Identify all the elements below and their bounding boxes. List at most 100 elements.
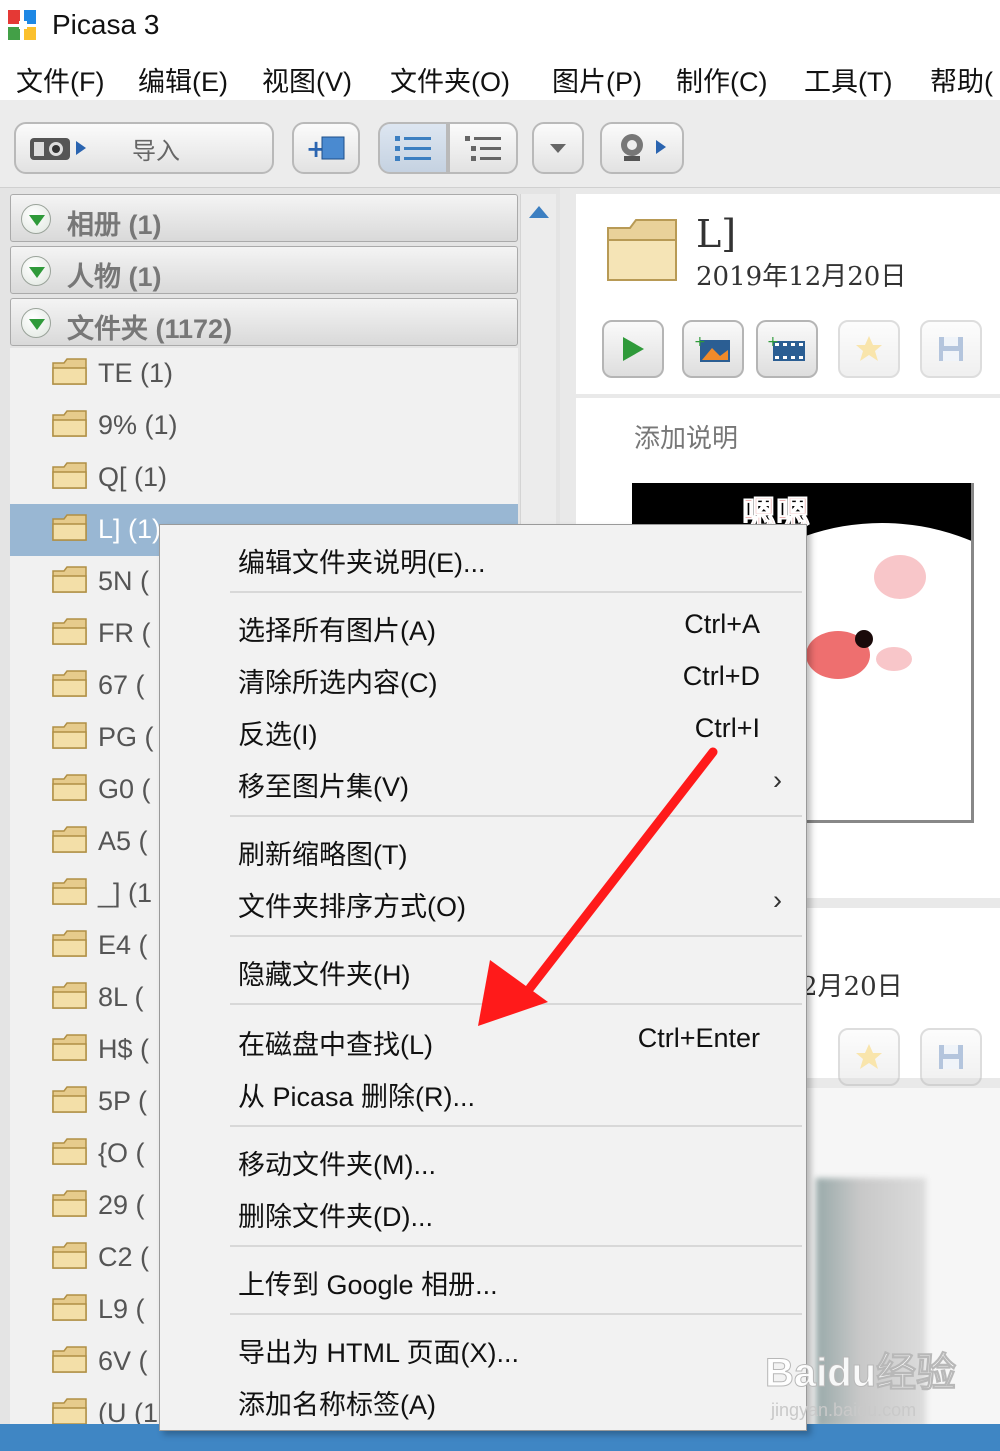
- folder-icon: [52, 982, 87, 1009]
- import-button[interactable]: 导入: [14, 122, 274, 174]
- submenu-arrow-icon: ›: [773, 765, 782, 795]
- context-menu-item[interactable]: 隐藏文件夹(H): [160, 945, 808, 995]
- folder-icon: [52, 1346, 87, 1373]
- create-collage-button[interactable]: +: [682, 320, 744, 378]
- context-menu-item[interactable]: 选择所有图片(A) Ctrl+A: [160, 601, 808, 651]
- menu-help[interactable]: 帮助(: [930, 60, 993, 99]
- folder-icon: [52, 618, 87, 645]
- menu-separator: [230, 815, 802, 817]
- menu-item-label: 移至图片集(V): [238, 772, 409, 802]
- folder-name: 5N (: [98, 566, 150, 596]
- star-button[interactable]: [838, 1028, 900, 1086]
- context-menu-item[interactable]: 编辑文件夹说明(E)...: [160, 533, 808, 583]
- watermark-main: Baidu经验: [764, 1351, 957, 1396]
- context-menu-item[interactable]: 上传到 Google 相册...: [160, 1255, 808, 1305]
- tree-view-icon: [465, 136, 501, 161]
- expand-arrow-icon[interactable]: [21, 256, 51, 286]
- menu-file[interactable]: 文件(F): [16, 60, 104, 99]
- movie-icon: +: [767, 334, 805, 361]
- context-menu-item[interactable]: 反选(I) Ctrl+I: [160, 705, 808, 755]
- menu-picture[interactable]: 图片(P): [552, 60, 642, 99]
- add-to-album-button[interactable]: +: [292, 122, 360, 174]
- menu-item-label: 从 Picasa 删除(R)...: [238, 1082, 476, 1112]
- create-movie-button[interactable]: +: [756, 320, 818, 378]
- menu-item-label: 编辑文件夹说明(E)...: [238, 548, 486, 578]
- star-icon: [856, 1044, 882, 1069]
- folder-icon: [607, 219, 677, 281]
- menu-create[interactable]: 制作(C): [676, 60, 767, 99]
- folder-icon: [52, 878, 87, 905]
- folder-icon: [52, 1086, 87, 1113]
- context-menu-item[interactable]: 移动文件夹(M)...: [160, 1135, 808, 1185]
- context-menu-item[interactable]: 从 Picasa 删除(R)...: [160, 1067, 808, 1117]
- menu-separator: [230, 591, 802, 593]
- folder-name: FR (: [98, 618, 151, 648]
- save-button[interactable]: [920, 1028, 982, 1086]
- folder-name: 5P (: [98, 1086, 148, 1116]
- menu-view[interactable]: 视图(V): [262, 60, 352, 99]
- folder-name: 67 (: [98, 670, 145, 700]
- list-view-button[interactable]: [378, 122, 448, 174]
- menu-item-label: 反选(I): [238, 720, 318, 750]
- menu-item-label: 在磁盘中查找(L): [238, 1030, 433, 1060]
- folder-icon: [52, 930, 87, 957]
- picasa-logo-icon: [8, 10, 36, 40]
- section-people[interactable]: 人物 (1): [10, 246, 518, 294]
- svg-text:+: +: [694, 334, 706, 350]
- folder-name: 8L (: [98, 982, 144, 1012]
- menu-item-shortcut: Ctrl+I: [694, 713, 760, 743]
- context-menu-item[interactable]: 移至图片集(V) ›: [160, 757, 808, 807]
- menu-item-label: 清除所选内容(C): [238, 668, 438, 698]
- context-menu-item[interactable]: 清除所选内容(C) Ctrl+D: [160, 653, 808, 703]
- menu-item-label: 删除文件夹(D)...: [238, 1202, 433, 1232]
- folder-name: {O (: [98, 1138, 145, 1168]
- context-menu-item[interactable]: 添加名称标签(A): [160, 1375, 808, 1425]
- caption-placeholder[interactable]: 添加说明: [634, 418, 738, 455]
- folder-icon: [52, 1190, 87, 1217]
- folder-name: G0 (: [98, 774, 151, 804]
- folder-icon: [52, 462, 87, 489]
- save-icon: [939, 1045, 963, 1069]
- context-menu-item[interactable]: 导出为 HTML 页面(X)...: [160, 1323, 808, 1373]
- context-menu-item[interactable]: 刷新缩略图(T): [160, 825, 808, 875]
- scroll-up-icon[interactable]: [529, 206, 549, 218]
- section-folders[interactable]: 文件夹 (1172): [10, 298, 518, 346]
- folder-name: A5 (: [98, 826, 148, 856]
- folder-name: 9% (1): [98, 410, 178, 440]
- view-options-dropdown[interactable]: [532, 122, 584, 174]
- section-albums[interactable]: 相册 (1): [10, 194, 518, 242]
- context-menu-item[interactable]: 删除文件夹(D)...: [160, 1187, 808, 1237]
- menu-item-label: 移动文件夹(M)...: [238, 1150, 436, 1180]
- camera-icon: [30, 138, 86, 160]
- context-menu-item[interactable]: 在磁盘中查找(L) Ctrl+Enter: [160, 1015, 808, 1065]
- star-button[interactable]: [838, 320, 900, 378]
- menu-separator: [230, 1313, 802, 1315]
- folder-name: PG (: [98, 722, 154, 752]
- context-menu-item[interactable]: 文件夹排序方式(O) ›: [160, 877, 808, 927]
- chevron-down-icon: [550, 144, 566, 153]
- expand-arrow-icon[interactable]: [21, 204, 51, 234]
- webcam-capture-button[interactable]: [600, 122, 684, 174]
- menu-item-label: 刷新缩略图(T): [238, 840, 408, 870]
- folder-row[interactable]: 9% (1): [10, 400, 518, 452]
- section-people-label: 人物 (1): [67, 262, 162, 292]
- folder-icon: [52, 774, 87, 801]
- tree-view-button[interactable]: [448, 122, 518, 174]
- menu-tools[interactable]: 工具(T): [804, 60, 892, 99]
- folder-row[interactable]: Q[ (1): [10, 452, 518, 504]
- folder-row[interactable]: TE (1): [10, 348, 518, 400]
- menu-folder[interactable]: 文件夹(O): [390, 60, 510, 99]
- expand-arrow-icon[interactable]: [21, 308, 51, 338]
- folder-name: TE (1): [98, 358, 174, 388]
- menu-separator: [230, 1125, 802, 1127]
- folder-icon: [52, 1242, 87, 1269]
- menu-edit[interactable]: 编辑(E): [138, 60, 228, 99]
- save-button[interactable]: [920, 320, 982, 378]
- folder-icon: [52, 358, 87, 385]
- folder-title: L]: [696, 212, 737, 256]
- import-label: 导入: [132, 137, 180, 165]
- menu-item-shortcut: Ctrl+Enter: [637, 1023, 760, 1053]
- section-albums-label: 相册 (1): [67, 210, 162, 240]
- play-slideshow-button[interactable]: [602, 320, 664, 378]
- folder-icon: [52, 566, 87, 593]
